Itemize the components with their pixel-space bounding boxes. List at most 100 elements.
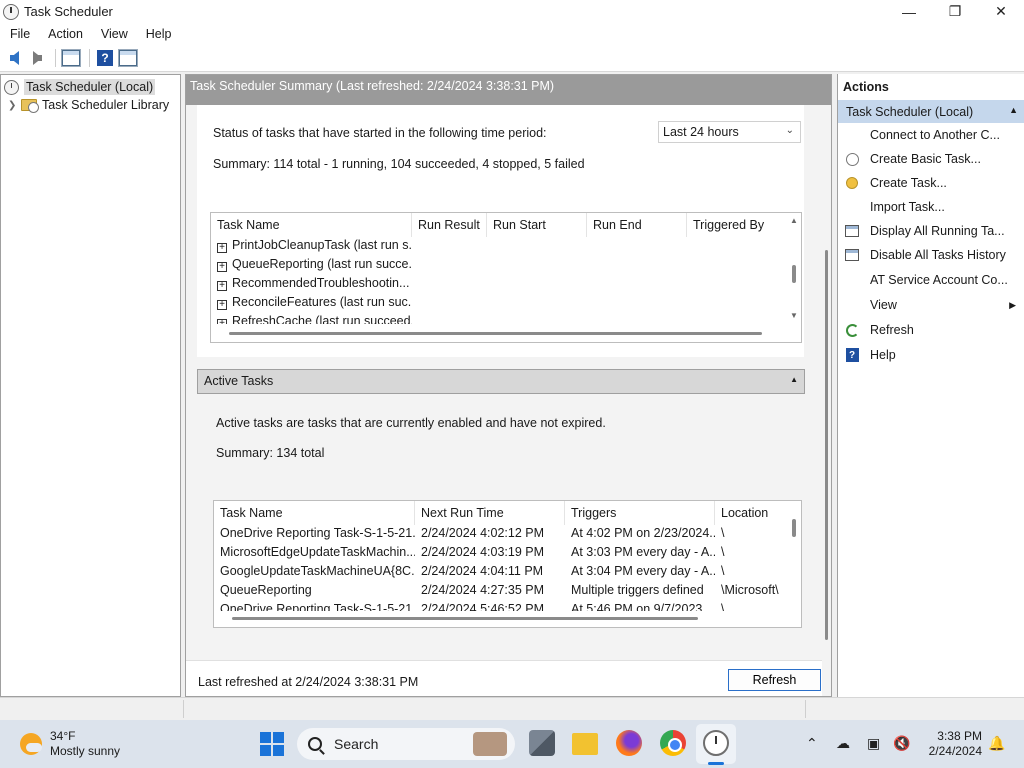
menu-file[interactable]: File bbox=[0, 27, 38, 41]
refresh-button[interactable]: Refresh bbox=[728, 669, 821, 691]
action-display-all-running-tasks[interactable]: Display All Running Ta... bbox=[838, 220, 1024, 242]
center-vertical-scrollbar[interactable] bbox=[822, 105, 831, 696]
scroll-down-icon[interactable]: ▼ bbox=[790, 311, 798, 320]
column-header-triggers[interactable]: Triggers bbox=[565, 501, 715, 525]
grid-header: Task Name Run Result Run Start Run End T… bbox=[211, 213, 787, 237]
tree-item-task-scheduler-local[interactable]: Task Scheduler (Local) bbox=[4, 78, 156, 96]
expand-plus-icon[interactable]: + bbox=[217, 281, 227, 291]
start-button[interactable] bbox=[260, 732, 284, 756]
triggers-cell: At 3:03 PM every day - A... bbox=[571, 545, 715, 559]
location-cell: \Microsoft\ bbox=[721, 583, 779, 597]
window-title: Task Scheduler bbox=[24, 4, 113, 19]
table-row[interactable]: + RefreshCache (last run succeed... bbox=[211, 314, 412, 324]
volume-muted-icon[interactable]: 🔇 bbox=[893, 735, 910, 752]
task-scheduler-app-icon bbox=[3, 3, 19, 20]
close-button[interactable]: ✕ bbox=[978, 0, 1024, 23]
action-at-service-account-config[interactable]: AT Service Account Co... bbox=[838, 269, 1024, 291]
action-create-basic-task[interactable]: Create Basic Task... bbox=[838, 148, 1024, 170]
table-row[interactable]: OneDrive Reporting Task-S-1-5-21... 2/24… bbox=[214, 602, 785, 611]
action-label: AT Service Account Co... bbox=[870, 273, 1008, 287]
active-tasks-title: Active Tasks bbox=[204, 374, 274, 388]
column-header-run-result[interactable]: Run Result bbox=[412, 213, 487, 237]
scroll-up-icon[interactable]: ▲ bbox=[790, 216, 798, 225]
expand-plus-icon[interactable]: + bbox=[217, 243, 227, 253]
action-create-task[interactable]: Create Task... bbox=[838, 172, 1024, 194]
scroll-thumb[interactable] bbox=[825, 250, 828, 640]
next-run-time-cell: 2/24/2024 4:27:35 PM bbox=[421, 583, 545, 597]
column-header-task-name[interactable]: Task Name bbox=[214, 501, 415, 525]
column-header-run-end[interactable]: Run End bbox=[587, 213, 687, 237]
action-view[interactable]: View ▶ bbox=[838, 294, 1024, 316]
action-refresh[interactable]: Refresh bbox=[838, 319, 1024, 341]
table-row[interactable]: + RecommendedTroubleshootin... bbox=[211, 276, 412, 295]
grid-header: Task Name Next Run Time Triggers Locatio… bbox=[214, 501, 789, 525]
expand-chevron-icon[interactable]: ❯ bbox=[8, 100, 18, 111]
menu-view[interactable]: View bbox=[91, 27, 136, 41]
expand-plus-icon[interactable]: + bbox=[217, 262, 227, 272]
next-run-time-cell: 2/24/2024 4:04:11 PM bbox=[421, 564, 544, 578]
firefox-icon[interactable] bbox=[616, 730, 642, 756]
table-row[interactable]: + ReconcileFeatures (last run suc... bbox=[211, 295, 412, 314]
actions-title: Actions bbox=[843, 80, 889, 94]
action-help[interactable]: ? Help bbox=[838, 344, 1024, 366]
search-label: Search bbox=[334, 736, 379, 752]
notification-bell-icon[interactable]: 🔔 bbox=[988, 735, 1005, 752]
collapse-icon[interactable]: ▲ bbox=[790, 375, 798, 384]
task-status-grid[interactable]: Task Name Run Result Run Start Run End T… bbox=[210, 212, 802, 343]
file-explorer-icon[interactable] bbox=[572, 733, 598, 755]
collapse-icon[interactable]: ▲ bbox=[1009, 105, 1018, 115]
grid-vertical-scrollbar[interactable]: ▲ ▼ bbox=[787, 213, 801, 326]
taskbar-clock[interactable]: 3:38 PM 2/24/2024 bbox=[922, 729, 982, 759]
tree-item-task-scheduler-library[interactable]: ❯ Task Scheduler Library bbox=[8, 96, 169, 114]
maximize-button[interactable]: ❐ bbox=[932, 0, 978, 23]
column-header-next-run-time[interactable]: Next Run Time bbox=[415, 501, 565, 525]
grid-vertical-scrollbar[interactable] bbox=[787, 501, 801, 611]
task-scheduler-taskbar-icon[interactable] bbox=[703, 730, 729, 756]
active-tasks-grid[interactable]: Task Name Next Run Time Triggers Locatio… bbox=[213, 500, 802, 628]
weather-temperature: 34°F bbox=[50, 729, 76, 743]
table-row[interactable]: + PrintJobCleanupTask (last run s... bbox=[211, 238, 412, 257]
action-import-task[interactable]: Import Task... bbox=[838, 196, 1024, 218]
task-view-icon[interactable] bbox=[529, 730, 555, 756]
back-button[interactable] bbox=[4, 48, 24, 68]
chrome-icon[interactable] bbox=[660, 730, 686, 756]
column-header-location[interactable]: Location bbox=[715, 501, 789, 525]
menu-action[interactable]: Action bbox=[38, 27, 91, 41]
task-name-cell: MicrosoftEdgeUpdateTaskMachin... bbox=[220, 545, 415, 559]
expand-plus-icon[interactable]: + bbox=[217, 300, 227, 310]
scroll-thumb[interactable] bbox=[792, 265, 796, 283]
table-row[interactable]: MicrosoftEdgeUpdateTaskMachin... 2/24/20… bbox=[214, 545, 785, 564]
show-hide-console-tree-button[interactable] bbox=[61, 48, 81, 68]
actions-group-header[interactable]: Task Scheduler (Local) ▲ bbox=[838, 100, 1024, 123]
show-hidden-icons-chevron-icon[interactable]: ⌃ bbox=[806, 735, 818, 752]
table-row[interactable]: + QueueReporting (last run succe... bbox=[211, 257, 412, 276]
taskbar-search[interactable]: Search bbox=[297, 728, 515, 760]
action-connect-to-another-computer[interactable]: Connect to Another C... bbox=[838, 124, 1024, 146]
column-header-run-start[interactable]: Run Start bbox=[487, 213, 587, 237]
time-period-dropdown[interactable]: Last 24 hours ⌄ bbox=[658, 121, 801, 143]
table-row[interactable]: QueueReporting 2/24/2024 4:27:35 PM Mult… bbox=[214, 583, 785, 602]
cloud-offline-icon[interactable]: ☁ bbox=[836, 735, 850, 752]
table-row[interactable]: OneDrive Reporting Task-S-1-5-21... 2/24… bbox=[214, 526, 785, 545]
forward-button[interactable] bbox=[27, 48, 47, 68]
active-tasks-description: Active tasks are tasks that are currentl… bbox=[216, 416, 606, 430]
list-icon bbox=[845, 249, 859, 261]
menu-help[interactable]: Help bbox=[136, 27, 180, 41]
scroll-thumb[interactable] bbox=[792, 519, 796, 537]
weather-widget[interactable]: 34°F Mostly sunny bbox=[20, 729, 120, 759]
toolbar: ? bbox=[0, 45, 1024, 72]
action-disable-all-tasks-history[interactable]: Disable All Tasks History bbox=[838, 244, 1024, 266]
expand-plus-icon[interactable]: + bbox=[217, 319, 227, 324]
column-header-triggered-by[interactable]: Triggered By bbox=[687, 213, 787, 237]
minimize-button[interactable]: — bbox=[886, 0, 932, 23]
grid-horizontal-scrollbar[interactable] bbox=[229, 332, 762, 335]
table-row[interactable]: GoogleUpdateTaskMachineUA{8C... 2/24/202… bbox=[214, 564, 785, 583]
show-hide-action-pane-button[interactable] bbox=[118, 48, 138, 68]
menu-bar: File Action View Help bbox=[0, 23, 1024, 45]
active-tasks-header[interactable]: Active Tasks ▲ bbox=[197, 369, 805, 394]
help-toolbar-button[interactable]: ? bbox=[95, 48, 115, 68]
grid-horizontal-scrollbar[interactable] bbox=[232, 617, 698, 620]
network-icon[interactable]: ▣ bbox=[867, 735, 880, 752]
column-header-task-name[interactable]: Task Name bbox=[211, 213, 412, 237]
forward-arrow-icon bbox=[32, 51, 42, 65]
